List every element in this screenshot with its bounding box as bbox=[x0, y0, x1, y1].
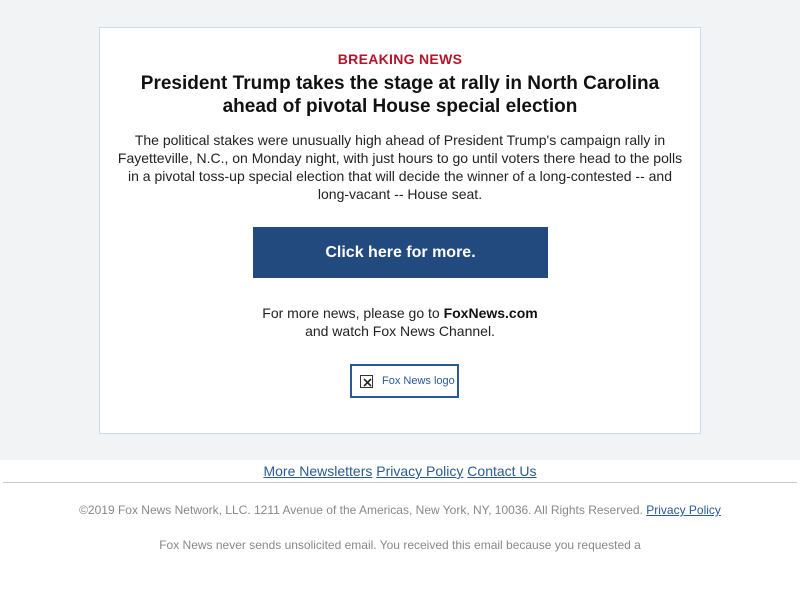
click-here-button[interactable]: Click here for more. bbox=[253, 227, 548, 278]
copyright-statement: ©2019 Fox News Network, LLC. 1211 Avenue… bbox=[79, 503, 643, 517]
alert-card: BREAKING NEWS President Trump takes the … bbox=[99, 27, 701, 434]
footer-divider bbox=[3, 482, 797, 483]
more-news-prefix: For more news, please go to bbox=[262, 305, 444, 321]
breaking-news-label: BREAKING NEWS bbox=[337, 51, 463, 67]
article-summary: The political stakes were unusually high… bbox=[117, 132, 683, 202]
broken-image-icon bbox=[360, 374, 373, 388]
copyright-text: ©2019 Fox News Network, LLC. 1211 Avenue… bbox=[0, 503, 800, 517]
unsolicited-notice: Fox News never sends unsolicited email. … bbox=[159, 538, 641, 552]
footer-links: More Newsletters Privacy Policy Contact … bbox=[0, 463, 800, 479]
privacy-policy-link[interactable]: Privacy Policy bbox=[376, 463, 463, 479]
more-news-suffix: and watch Fox News Channel. bbox=[305, 323, 495, 339]
copyright-privacy-link[interactable]: Privacy Policy bbox=[646, 503, 721, 517]
headline: President Trump takes the stage at rally… bbox=[140, 73, 660, 117]
more-newsletters-link[interactable]: More Newsletters bbox=[263, 463, 372, 479]
logo-alt-text: Fox News logo bbox=[382, 375, 455, 387]
more-news-text: For more news, please go to FoxNews.com … bbox=[100, 304, 700, 340]
contact-us-link[interactable]: Contact Us bbox=[467, 463, 536, 479]
fox-news-logo[interactable]: Fox News logo bbox=[350, 364, 459, 398]
foxnews-link[interactable]: FoxNews.com bbox=[444, 305, 538, 321]
